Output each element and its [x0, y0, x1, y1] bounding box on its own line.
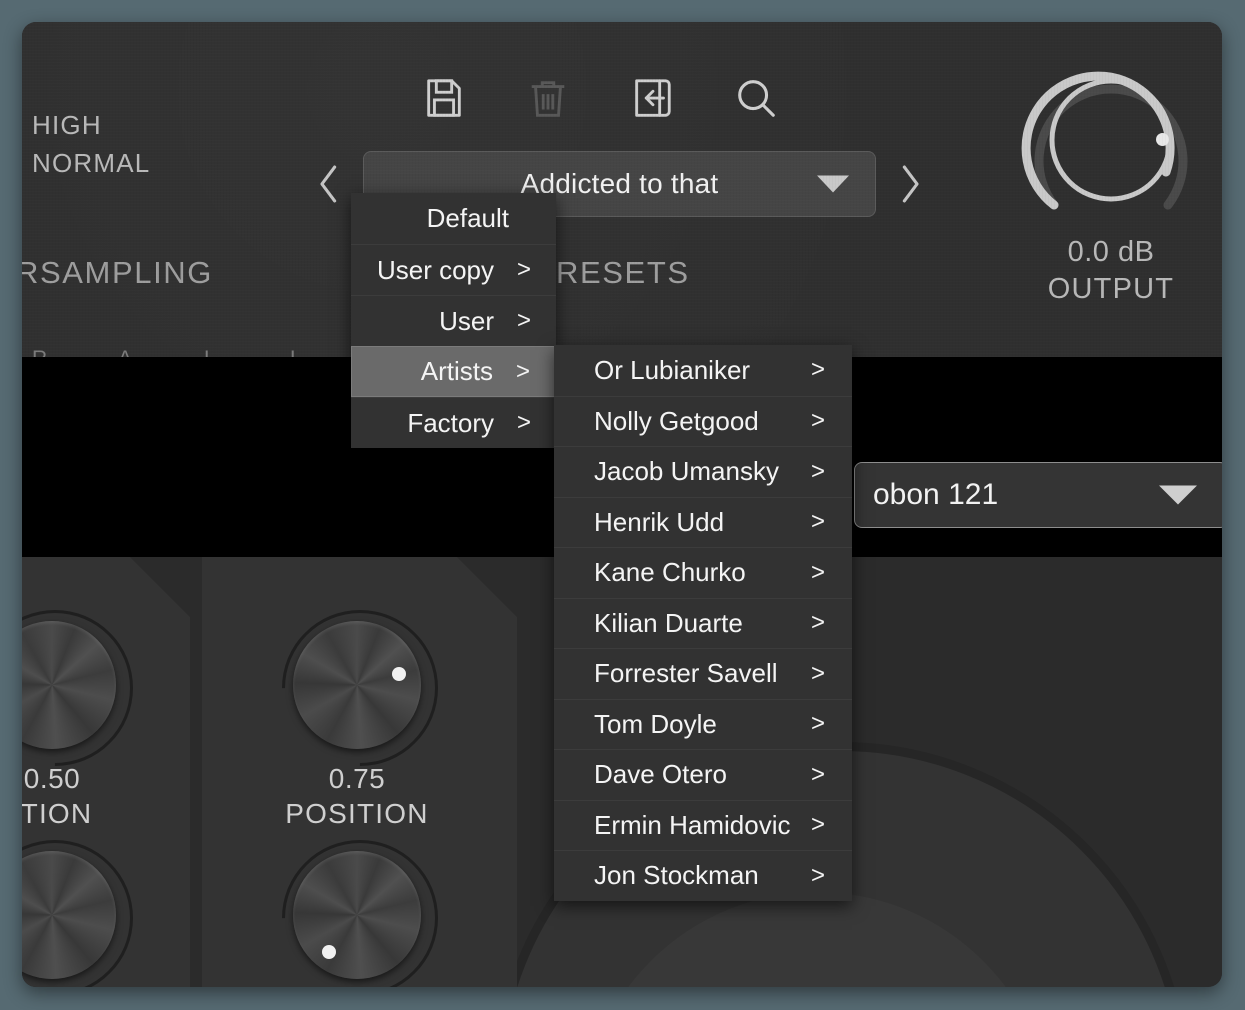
- app-root: HIGH NORMAL RSAMPLING RESETS R A L L: [0, 0, 1245, 1010]
- output-section: 0.0 dB OUTPUT: [1009, 52, 1213, 306]
- submenu-arrow-icon: >: [515, 357, 530, 385]
- panel-notch: [130, 557, 190, 617]
- menu-item-label: User copy: [376, 254, 494, 285]
- menu-item-artist[interactable]: Forrester Savell >: [554, 648, 852, 699]
- mic-current-name: obon 121: [873, 478, 999, 511]
- menu-item-artist[interactable]: Henrik Udd >: [554, 496, 852, 548]
- chevron-down-icon: [1159, 485, 1197, 505]
- knob-unit-1: 0.75 POSITION: [249, 577, 471, 830]
- submenu-arrow-icon: >: [810, 457, 825, 485]
- submenu-arrow-icon: >: [810, 356, 825, 384]
- knob-label: ITION: [22, 798, 93, 829]
- submenu-arrow-icon: >: [810, 861, 825, 889]
- oversampling-section-label: RSAMPLING: [22, 255, 213, 290]
- knob-indicator: [392, 667, 406, 681]
- menu-item-label: Jon Stockman: [594, 860, 759, 891]
- save-icon[interactable]: [420, 74, 468, 122]
- menu-item-label: Nolly Getgood: [594, 405, 759, 436]
- menu-item-artist[interactable]: Nolly Getgood >: [554, 395, 852, 447]
- trash-icon[interactable]: [524, 74, 572, 122]
- panel-notch: [457, 557, 517, 617]
- knob-value: 0.75: [328, 763, 386, 794]
- output-knob-indicator: [1156, 133, 1169, 146]
- preset-prev-button[interactable]: [307, 154, 351, 214]
- menu-item-label: Default: [426, 203, 509, 233]
- oversampling-mode-high[interactable]: HIGH: [32, 107, 150, 143]
- menu-item-label: Henrik Udd: [594, 506, 725, 537]
- knob-control[interactable]: [249, 807, 471, 987]
- preset-next-button[interactable]: [888, 154, 932, 214]
- artists-submenu: Or Lubianiker > Nolly Getgood > Jacob Um…: [554, 345, 852, 901]
- presets-section-label: RESETS: [556, 255, 690, 290]
- knob-control[interactable]: [249, 577, 471, 799]
- mic-dropdown-button[interactable]: obon 121: [854, 462, 1222, 528]
- preset-toolbar: [420, 74, 780, 122]
- knob-unit-3: 0.00: [249, 807, 471, 987]
- menu-item-label: Or Lubianiker: [594, 354, 751, 385]
- menu-item-artist[interactable]: Jon Stockman >: [554, 850, 852, 901]
- import-icon[interactable]: [628, 74, 676, 122]
- knob-control[interactable]: [22, 577, 166, 799]
- menu-item-default[interactable]: Default: [351, 193, 556, 244]
- knob-unit-2: 50: [22, 807, 166, 987]
- menu-item-label: Factory: [407, 407, 494, 438]
- menu-item-artist[interactable]: Or Lubianiker >: [554, 345, 852, 396]
- output-value: 0.0 dB: [1067, 236, 1155, 268]
- menu-item-artist[interactable]: Dave Otero >: [554, 749, 852, 800]
- submenu-arrow-icon: >: [810, 659, 825, 687]
- submenu-arrow-icon: >: [810, 710, 825, 738]
- oversampling-mode-normal[interactable]: NORMAL: [32, 145, 150, 181]
- preset-category-menu: Default User copy > User > Artists > Fac…: [351, 193, 556, 448]
- submenu-arrow-icon: >: [810, 558, 825, 586]
- menu-item-artist[interactable]: Jacob Umansky >: [554, 446, 852, 497]
- menu-item-label: Artists: [420, 356, 493, 386]
- menu-item-factory[interactable]: Factory >: [351, 397, 556, 448]
- submenu-arrow-icon: >: [516, 307, 531, 334]
- header-panel: HIGH NORMAL RSAMPLING RESETS R A L L: [22, 22, 1222, 370]
- submenu-arrow-icon: >: [810, 760, 825, 788]
- submenu-arrow-icon: >: [516, 409, 531, 436]
- output-label: OUTPUT: [1047, 273, 1175, 305]
- knob-indicator: [322, 945, 336, 959]
- menu-item-label: Kilian Duarte: [594, 607, 743, 638]
- knob-control[interactable]: [22, 807, 166, 987]
- knob-value: 0.50: [23, 763, 81, 794]
- menu-item-user[interactable]: User >: [351, 295, 556, 346]
- menu-item-artist[interactable]: Tom Doyle >: [554, 698, 852, 750]
- submenu-arrow-icon: >: [810, 407, 825, 435]
- menu-item-artist[interactable]: Kane Churko >: [554, 547, 852, 598]
- menu-item-label: Forrester Savell: [594, 658, 778, 689]
- menu-item-artist[interactable]: Ermin Hamidovic >: [554, 799, 852, 851]
- submenu-arrow-icon: >: [810, 811, 825, 839]
- menu-item-label: Tom Doyle: [594, 708, 717, 739]
- submenu-arrow-icon: >: [810, 508, 825, 536]
- menu-item-label: Ermin Hamidovic: [594, 809, 791, 840]
- submenu-arrow-icon: >: [516, 256, 531, 283]
- submenu-arrow-icon: >: [810, 609, 825, 637]
- oversampling-mode-list: HIGH NORMAL: [32, 107, 150, 183]
- search-icon[interactable]: [732, 74, 780, 122]
- menu-item-artists[interactable]: Artists >: [351, 346, 556, 397]
- knob-label: POSITION: [285, 798, 429, 829]
- knob-unit-0: 0.50 ITION: [22, 577, 166, 830]
- menu-item-label: User: [439, 305, 494, 336]
- output-knob[interactable]: [1016, 52, 1206, 232]
- menu-item-label: Jacob Umansky: [594, 456, 779, 487]
- menu-item-label: Dave Otero: [594, 759, 727, 790]
- menu-item-user-copy[interactable]: User copy >: [351, 244, 556, 295]
- menu-item-artist[interactable]: Kilian Duarte >: [554, 597, 852, 649]
- chevron-down-icon: [817, 175, 849, 193]
- menu-item-label: Kane Churko: [594, 557, 746, 588]
